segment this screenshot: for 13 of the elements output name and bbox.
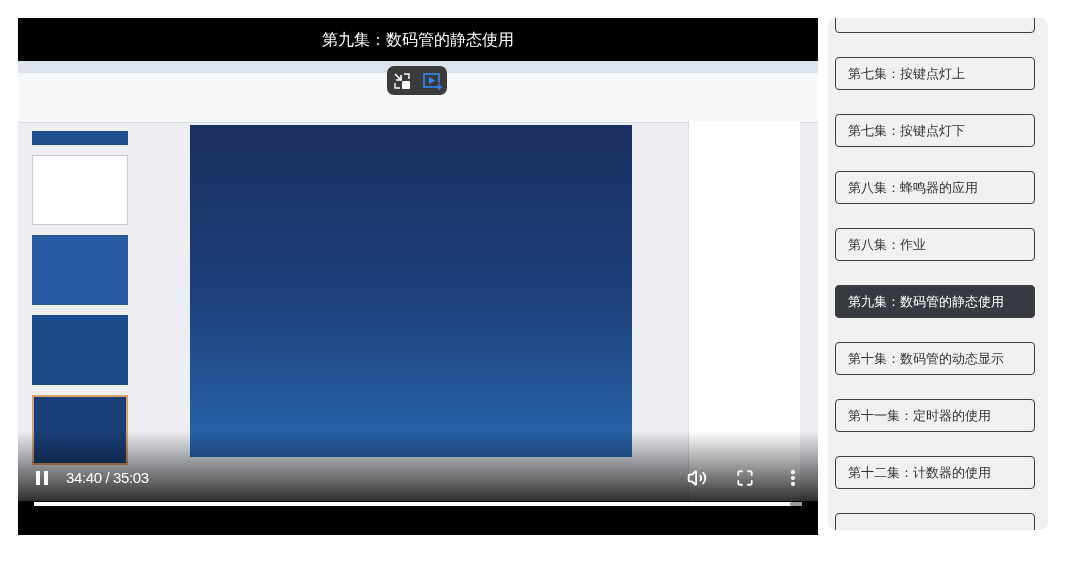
playlist-item[interactable]: 第七集：按键点灯上 xyxy=(835,57,1035,90)
playlist-item[interactable]: 第八集：蜂鸣器的应用 xyxy=(835,171,1035,204)
play-screen-icon[interactable] xyxy=(421,71,442,90)
playlist-item[interactable]: 第十一集：定时器的使用 xyxy=(835,399,1035,432)
video-title: 第九集：数码管的静态使用 xyxy=(322,28,514,51)
video-time: 34:40 / 35:03 xyxy=(66,467,149,488)
playlist-item[interactable]: 第十二集：计数器的使用 xyxy=(835,456,1035,489)
pause-icon xyxy=(36,471,48,485)
shrink-icon[interactable] xyxy=(392,71,411,90)
playlist-item[interactable]: 第八集：作业 xyxy=(835,228,1035,261)
playlist-item[interactable]: 第七集：按键点灯下 xyxy=(835,114,1035,147)
playlist-item[interactable]: 第九集：数码管的静态使用 xyxy=(835,285,1035,318)
playlist-item[interactable]: 第十集：数码管的动态显示 xyxy=(835,342,1035,375)
